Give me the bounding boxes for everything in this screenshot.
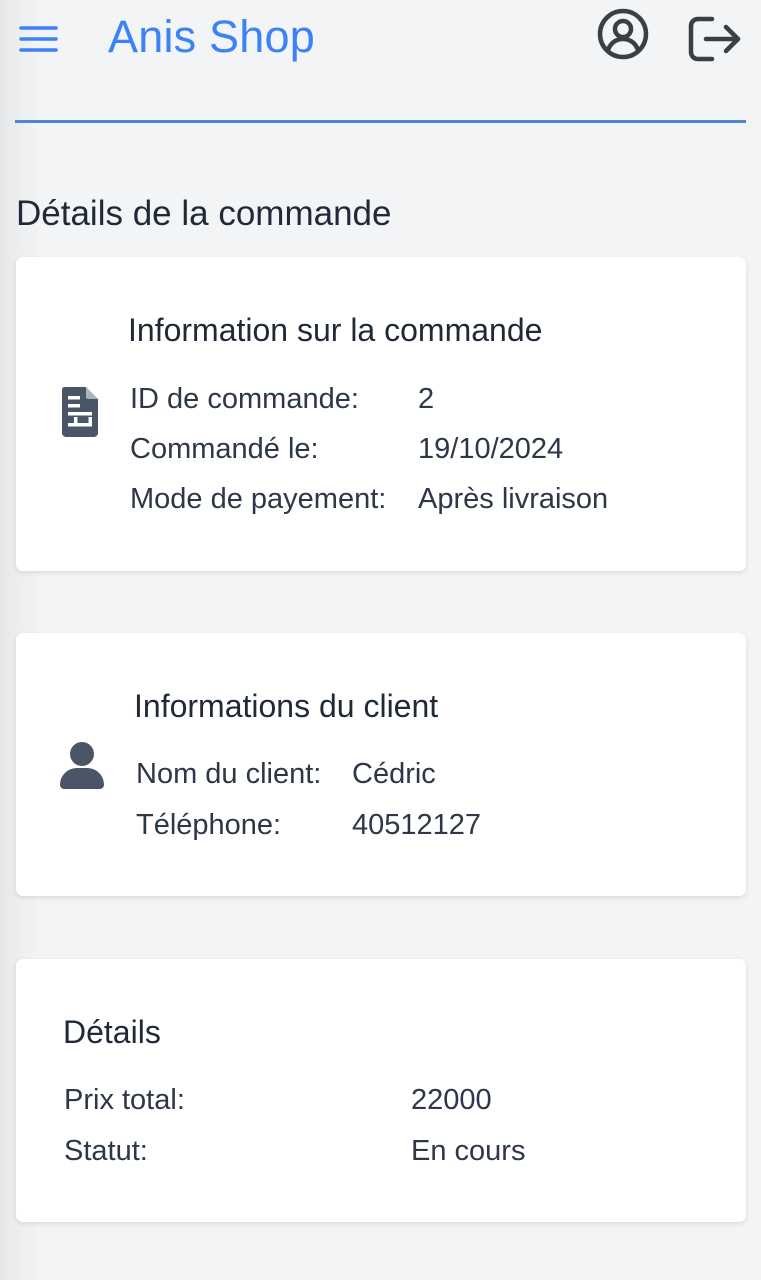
client-info-title: Informations du client (134, 688, 439, 724)
payment-mode-value: Après livraison (418, 483, 609, 515)
header-divider (15, 120, 746, 123)
order-date-value: 19/10/2024 (418, 433, 564, 465)
client-name-value: Cédric (352, 758, 436, 790)
client-phone-label: Téléphone: (136, 809, 282, 841)
status-value: En cours (411, 1135, 526, 1167)
order-id-value: 2 (418, 383, 435, 415)
details-card: Détails Prix total: 22000 Statut: En cou… (16, 959, 746, 1222)
details-title: Détails (63, 1014, 161, 1050)
user-circle-icon (597, 8, 649, 60)
order-info-card: Information sur la commande ID de comman… (16, 257, 746, 571)
status-label: Statut: (64, 1135, 148, 1167)
order-info-title: Information sur la commande (128, 312, 543, 348)
total-price-value: 22000 (411, 1084, 492, 1116)
app-title[interactable]: Anis Shop (108, 10, 315, 64)
menu-button[interactable] (18, 22, 60, 56)
profile-button[interactable] (595, 6, 651, 62)
total-price-label: Prix total: (64, 1084, 185, 1116)
page-title: Détails de la commande (16, 194, 392, 233)
order-date-label: Commandé le: (130, 433, 319, 465)
client-phone-value: 40512127 (352, 809, 482, 841)
document-icon (62, 387, 98, 437)
order-id-label: ID de commande: (130, 383, 359, 415)
user-icon (60, 742, 104, 789)
logout-button[interactable] (686, 14, 744, 64)
payment-mode-label: Mode de payement: (130, 483, 387, 515)
app-header: Anis Shop (0, 0, 761, 124)
logout-icon (688, 16, 741, 62)
hamburger-menu-icon (19, 26, 58, 52)
client-name-label: Nom du client: (136, 758, 322, 790)
client-info-card: Informations du client Nom du client: Cé… (16, 633, 746, 896)
